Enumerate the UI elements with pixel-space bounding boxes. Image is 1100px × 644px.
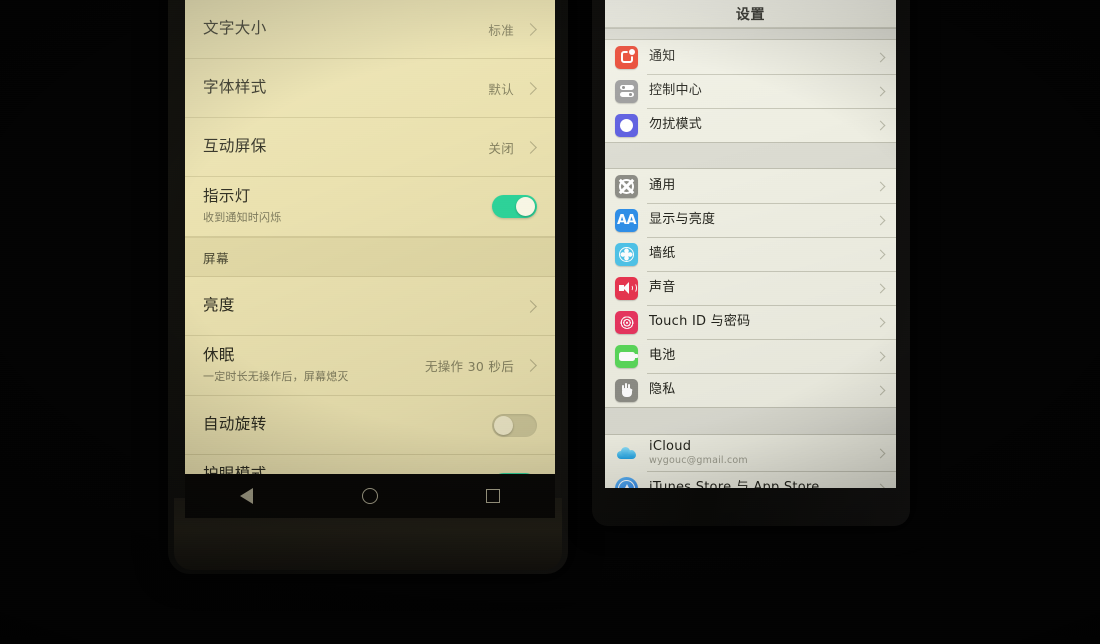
control-center-icon bbox=[615, 79, 638, 103]
chevron-right-icon bbox=[875, 351, 886, 361]
chevron-right-icon bbox=[875, 86, 886, 96]
android-section-header-display: 屏幕 bbox=[185, 237, 555, 277]
notifications-icon bbox=[615, 45, 638, 69]
android-row-title: 互动屏保 bbox=[203, 137, 267, 156]
ios-row-label: iCloud bbox=[649, 438, 692, 454]
chevron-right-icon bbox=[875, 448, 886, 458]
ios-settings-screen: 设置 通知 控制中心 勿扰模式 通用 AA 显示与亮度 墙纸 声音 Touch … bbox=[605, 0, 896, 488]
ios-row-general[interactable]: 通用 bbox=[605, 169, 896, 203]
android-row-eye-comfort[interactable]: 护眼模式 减少屏幕蓝光伤害 bbox=[185, 455, 555, 474]
ios-row-touch-id-passcode[interactable]: Touch ID 与密码 bbox=[605, 305, 896, 339]
ios-row-label: 墙纸 bbox=[649, 245, 676, 261]
ios-row-label: 控制中心 bbox=[649, 82, 703, 98]
chevron-right-icon bbox=[875, 215, 886, 225]
ios-row-label: 隐私 bbox=[649, 381, 676, 397]
android-row-title: 亮度 bbox=[203, 296, 235, 315]
do-not-disturb-icon bbox=[615, 113, 638, 137]
ios-row-label: 声音 bbox=[649, 279, 676, 295]
ios-row-label: 电池 bbox=[649, 347, 676, 363]
chevron-right-icon bbox=[524, 81, 537, 95]
sounds-icon bbox=[615, 276, 638, 300]
ios-row-control-center[interactable]: 控制中心 bbox=[605, 74, 896, 108]
android-row-title: 字体样式 bbox=[203, 78, 267, 97]
android-row-title: 休眠 bbox=[203, 346, 235, 365]
android-row-title: 自动旋转 bbox=[203, 415, 267, 434]
back-triangle-icon bbox=[240, 488, 254, 504]
toggle-knob bbox=[516, 197, 535, 216]
chevron-right-icon bbox=[524, 359, 537, 372]
android-row-title: 护眼模式 bbox=[203, 465, 492, 474]
ios-row-label: Touch ID 与密码 bbox=[649, 313, 751, 329]
chevron-right-icon bbox=[875, 385, 886, 395]
android-back-button[interactable] bbox=[227, 481, 267, 511]
home-circle-icon bbox=[361, 488, 378, 504]
android-row-value: 默认 bbox=[488, 81, 514, 97]
ios-group-gap-top bbox=[605, 28, 896, 40]
ios-group-2: 通用 AA 显示与亮度 墙纸 声音 Touch ID 与密码 电池 隐私 bbox=[605, 169, 896, 407]
touch-id-icon bbox=[615, 310, 638, 334]
ios-row-do-not-disturb[interactable]: 勿扰模式 bbox=[605, 108, 896, 142]
icloud-icon bbox=[615, 442, 638, 465]
chevron-right-icon bbox=[875, 283, 886, 293]
chevron-right-icon bbox=[524, 299, 537, 313]
chevron-right-icon bbox=[875, 120, 886, 130]
android-row-sleep[interactable]: 休眠 一定时长无操作后，屏幕熄灭 无操作 30 秒后 bbox=[185, 336, 555, 396]
android-row-title: 文字大小 bbox=[203, 19, 267, 38]
ios-row-label: iTunes Store 与 App Store bbox=[649, 479, 820, 488]
ios-group-1: 通知 控制中心 勿扰模式 bbox=[605, 40, 896, 142]
android-home-button[interactable] bbox=[350, 481, 390, 511]
page-title: 设置 bbox=[735, 6, 766, 23]
ios-row-itunes-app-store[interactable]: iTunes Store 与 App Store bbox=[605, 471, 896, 488]
general-gear-icon bbox=[615, 174, 638, 198]
ios-row-notifications[interactable]: 通知 bbox=[605, 40, 896, 74]
app-store-icon bbox=[615, 476, 638, 488]
ios-row-wallpaper[interactable]: 墙纸 bbox=[605, 237, 896, 271]
ios-row-label: 通用 bbox=[649, 177, 676, 193]
android-row-subtitle: 收到通知时闪烁 bbox=[203, 210, 282, 224]
ios-group-gap-2 bbox=[605, 407, 896, 435]
ios-row-label: 显示与亮度 bbox=[649, 211, 716, 227]
android-row-indicator-light[interactable]: 指示灯 收到通知时闪烁 bbox=[185, 177, 555, 237]
chevron-right-icon bbox=[875, 181, 886, 191]
chevron-right-icon bbox=[875, 52, 886, 62]
android-row-title: 指示灯 bbox=[203, 187, 251, 206]
ios-row-label: 通知 bbox=[649, 48, 676, 64]
battery-icon bbox=[615, 344, 638, 368]
android-row-auto-rotate[interactable]: 自动旋转 bbox=[185, 396, 555, 455]
android-row-value: 标准 bbox=[488, 22, 514, 38]
android-settings-screen: 文字大小 标准 字体样式 默认 互动屏保 关闭 指示灯 收到通知时闪烁 屏幕 亮… bbox=[185, 0, 555, 474]
ios-row-icloud[interactable]: iCloud wygouc@gmail.com bbox=[605, 435, 896, 471]
ios-group-gap-1 bbox=[605, 142, 896, 169]
chevron-right-icon bbox=[875, 317, 886, 327]
android-navigation-bar bbox=[185, 474, 555, 518]
ios-row-privacy[interactable]: 隐私 bbox=[605, 373, 896, 407]
android-recents-button[interactable] bbox=[473, 481, 513, 511]
ios-group-3: iCloud wygouc@gmail.com iTunes Store 与 A… bbox=[605, 435, 896, 488]
chevron-right-icon bbox=[524, 140, 537, 154]
ios-row-display-brightness[interactable]: AA 显示与亮度 bbox=[605, 203, 896, 237]
chevron-right-icon bbox=[875, 483, 886, 488]
chevron-right-icon bbox=[524, 22, 537, 36]
toggle-knob bbox=[494, 415, 513, 435]
android-row-value: 关闭 bbox=[488, 140, 514, 156]
ios-row-battery[interactable]: 电池 bbox=[605, 339, 896, 373]
android-row-interactive-screensaver[interactable]: 互动屏保 关闭 bbox=[185, 118, 555, 177]
android-row-font-style[interactable]: 字体样式 默认 bbox=[185, 59, 555, 118]
photo-scene: 文字大小 标准 字体样式 默认 互动屏保 关闭 指示灯 收到通知时闪烁 屏幕 亮… bbox=[0, 0, 1100, 644]
android-toggle-indicator-light[interactable] bbox=[492, 195, 537, 218]
display-brightness-icon: AA bbox=[615, 208, 638, 232]
icloud-account-email: wygouc@gmail.com bbox=[649, 455, 748, 467]
ios-navigation-bar: 设置 bbox=[605, 0, 896, 28]
privacy-hand-icon bbox=[615, 378, 638, 402]
android-toggle-auto-rotate[interactable] bbox=[492, 413, 537, 437]
wallpaper-icon bbox=[615, 242, 638, 266]
android-row-brightness[interactable]: 亮度 bbox=[185, 277, 555, 336]
android-row-subtitle: 一定时长无操作后，屏幕熄灭 bbox=[203, 369, 349, 383]
chevron-right-icon bbox=[875, 249, 886, 259]
recents-square-icon bbox=[486, 489, 501, 503]
ios-row-sounds[interactable]: 声音 bbox=[605, 271, 896, 305]
android-row-value: 无操作 30 秒后 bbox=[424, 359, 514, 374]
ios-row-label: 勿扰模式 bbox=[649, 116, 703, 132]
android-row-font-size[interactable]: 文字大小 标准 bbox=[185, 0, 555, 59]
